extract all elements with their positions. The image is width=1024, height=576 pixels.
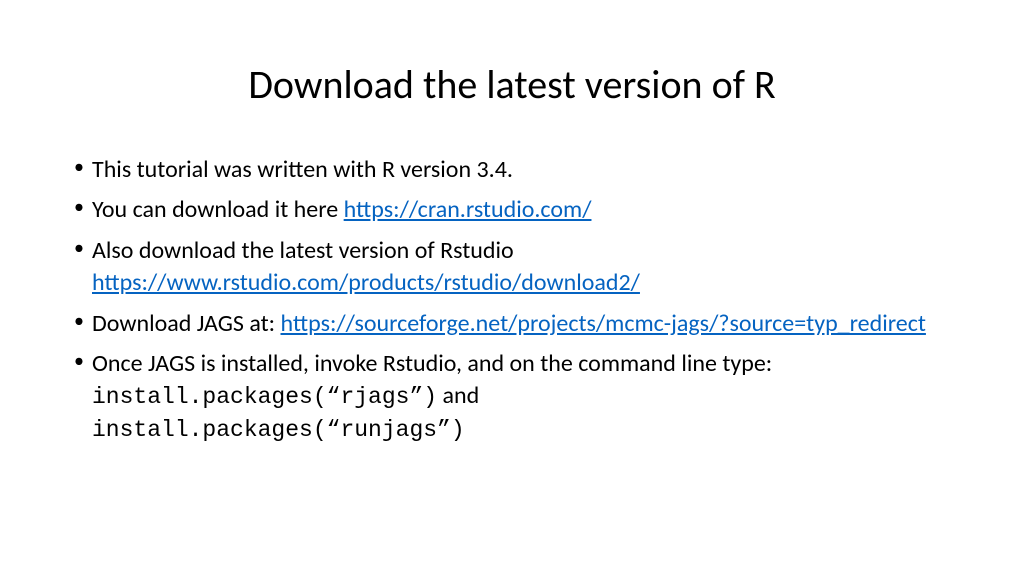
bullet-item-4: Download JAGS at: https://sourceforge.ne… [70, 308, 954, 340]
bullet-text-prefix: Download JAGS at: [92, 309, 281, 338]
bullet-item-5: Once JAGS is installed, invoke Rstudio, … [70, 348, 954, 446]
cran-link[interactable]: https://cran.rstudio.com/ [344, 195, 592, 224]
bullet-text-prefix: Also download the latest version of Rstu… [92, 236, 514, 265]
code-snippet-2: install.packages(“runjags”) [92, 417, 465, 443]
rstudio-link[interactable]: https://www.rstudio.com/products/rstudio… [92, 268, 640, 297]
bullet-item-2: You can download it here https://cran.rs… [70, 194, 954, 226]
conjunction-and: and [437, 381, 479, 410]
bullet-list: This tutorial was written with R version… [70, 154, 954, 446]
bullet-item-3: Also download the latest version of Rstu… [70, 235, 954, 300]
bullet-text: This tutorial was written with R version… [92, 155, 513, 184]
slide-title: Download the latest version of R [70, 60, 954, 109]
code-snippet-1: install.packages(“rjags”) [92, 384, 437, 410]
bullet-text-prefix: You can download it here [92, 195, 344, 224]
bullet-text-prefix: Once JAGS is installed, invoke Rstudio, … [92, 349, 772, 378]
jags-link[interactable]: https://sourceforge.net/projects/mcmc-ja… [281, 309, 926, 338]
bullet-item-1: This tutorial was written with R version… [70, 154, 954, 186]
